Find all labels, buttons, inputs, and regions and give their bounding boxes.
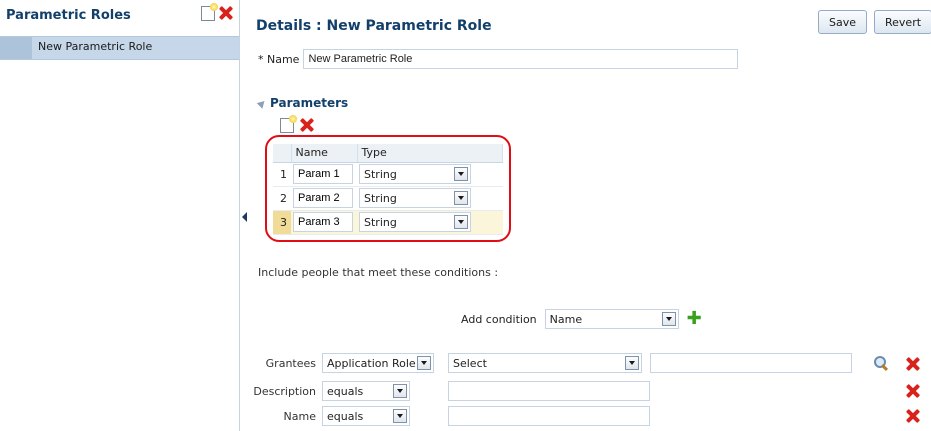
parameters-toolbar	[280, 115, 314, 133]
page-title: Details : New Parametric Role	[256, 18, 492, 34]
details-panel: Details : New Parametric Role Save Rever…	[253, 0, 931, 431]
delete-parameter-icon[interactable]	[300, 118, 314, 132]
required-mark: *	[258, 52, 264, 66]
revert-button[interactable]: Revert	[874, 10, 931, 34]
parametric-roles-panel: Parametric Roles New Parametric Role	[0, 0, 240, 431]
grantee-value: Select	[453, 356, 487, 370]
grantee-type-select[interactable]: Application Role	[322, 353, 434, 373]
param-name-input[interactable]	[293, 188, 353, 208]
param-type-select[interactable]: String	[359, 164, 471, 184]
delete-condition-icon[interactable]	[906, 384, 920, 398]
row-number: 3	[273, 210, 291, 235]
add-condition-select[interactable]: Name	[544, 309, 679, 329]
row-number: 1	[273, 162, 291, 187]
param-type-value: String	[364, 191, 397, 205]
column-header-type[interactable]: Type	[357, 144, 503, 163]
add-condition-row: Add condition Name ✚	[461, 309, 702, 329]
save-button[interactable]: Save	[818, 10, 868, 34]
table-row[interactable]: 3 String	[273, 210, 503, 235]
plus-icon[interactable]: ✚	[687, 310, 702, 328]
column-header-name[interactable]: Name	[291, 144, 358, 163]
name-field[interactable]	[303, 49, 739, 69]
description-value-field[interactable]	[448, 381, 650, 401]
table-header-row: Name Type	[273, 144, 503, 163]
chevron-down-icon[interactable]	[454, 191, 468, 205]
table-row[interactable]: 1 String	[273, 162, 503, 187]
param-name-input[interactable]	[293, 164, 353, 184]
chevron-down-icon[interactable]	[393, 409, 407, 423]
param-type-value: String	[364, 167, 397, 181]
chevron-down-icon[interactable]	[625, 356, 639, 370]
panel-actions	[201, 3, 233, 21]
param-type-select[interactable]: String	[359, 188, 471, 208]
collapse-panel-icon[interactable]	[242, 212, 247, 222]
operator-value: equals	[327, 384, 364, 398]
delete-role-icon[interactable]	[219, 6, 233, 20]
chevron-down-icon[interactable]	[417, 356, 431, 370]
condition-label: Grantees	[265, 356, 316, 370]
row-number: 2	[273, 186, 291, 211]
chevron-down-icon[interactable]	[393, 384, 407, 398]
condition-row-description: Description equals	[250, 381, 650, 401]
collapse-triangle-icon	[256, 97, 268, 109]
delete-condition-icon[interactable]	[906, 409, 920, 423]
new-role-icon[interactable]	[201, 3, 218, 21]
delete-condition-icon[interactable]	[906, 357, 920, 371]
panel-header: Parametric Roles	[0, 0, 239, 36]
row-number-header	[273, 144, 292, 163]
add-parameter-icon[interactable]	[280, 115, 297, 133]
name-value-field[interactable]	[448, 406, 650, 426]
table-row[interactable]: 2 String	[273, 186, 503, 211]
name-label-group: * Name	[258, 53, 299, 66]
grantee-value-select[interactable]: Select	[448, 353, 642, 373]
operator-select[interactable]: equals	[322, 406, 410, 426]
parameters-section-header[interactable]: Parameters	[256, 96, 349, 110]
chevron-down-icon[interactable]	[661, 312, 676, 326]
add-condition-value: Name	[549, 312, 583, 326]
grantee-search-field[interactable]	[650, 353, 852, 373]
param-type-value: String	[364, 215, 397, 229]
condition-label: Name	[283, 409, 316, 423]
add-condition-label: Add condition	[461, 312, 537, 326]
parameters-table: Name Type 1 String 2 String 3 String	[273, 144, 503, 235]
param-name-input[interactable]	[293, 212, 353, 232]
list-item-gutter	[0, 37, 32, 59]
parameters-title: Parameters	[270, 96, 349, 110]
name-label: Name	[267, 52, 300, 66]
condition-row-grantees: Grantees Application Role Select	[250, 353, 852, 373]
include-conditions-text: Include people that meet these condition…	[258, 266, 499, 279]
operator-select[interactable]: equals	[322, 381, 410, 401]
chevron-down-icon[interactable]	[454, 167, 468, 181]
grantee-type-value: Application Role	[327, 356, 416, 370]
search-icon[interactable]	[874, 356, 888, 370]
name-row: * Name	[258, 49, 739, 69]
operator-value: equals	[327, 409, 364, 423]
panel-title: Parametric Roles	[6, 8, 131, 23]
chevron-down-icon[interactable]	[454, 215, 468, 229]
list-item[interactable]: New Parametric Role	[0, 36, 239, 60]
condition-label: Description	[253, 384, 316, 398]
condition-row-name: Name equals	[250, 406, 650, 426]
list-item-label: New Parametric Role	[38, 40, 153, 53]
param-type-select[interactable]: String	[359, 212, 471, 232]
